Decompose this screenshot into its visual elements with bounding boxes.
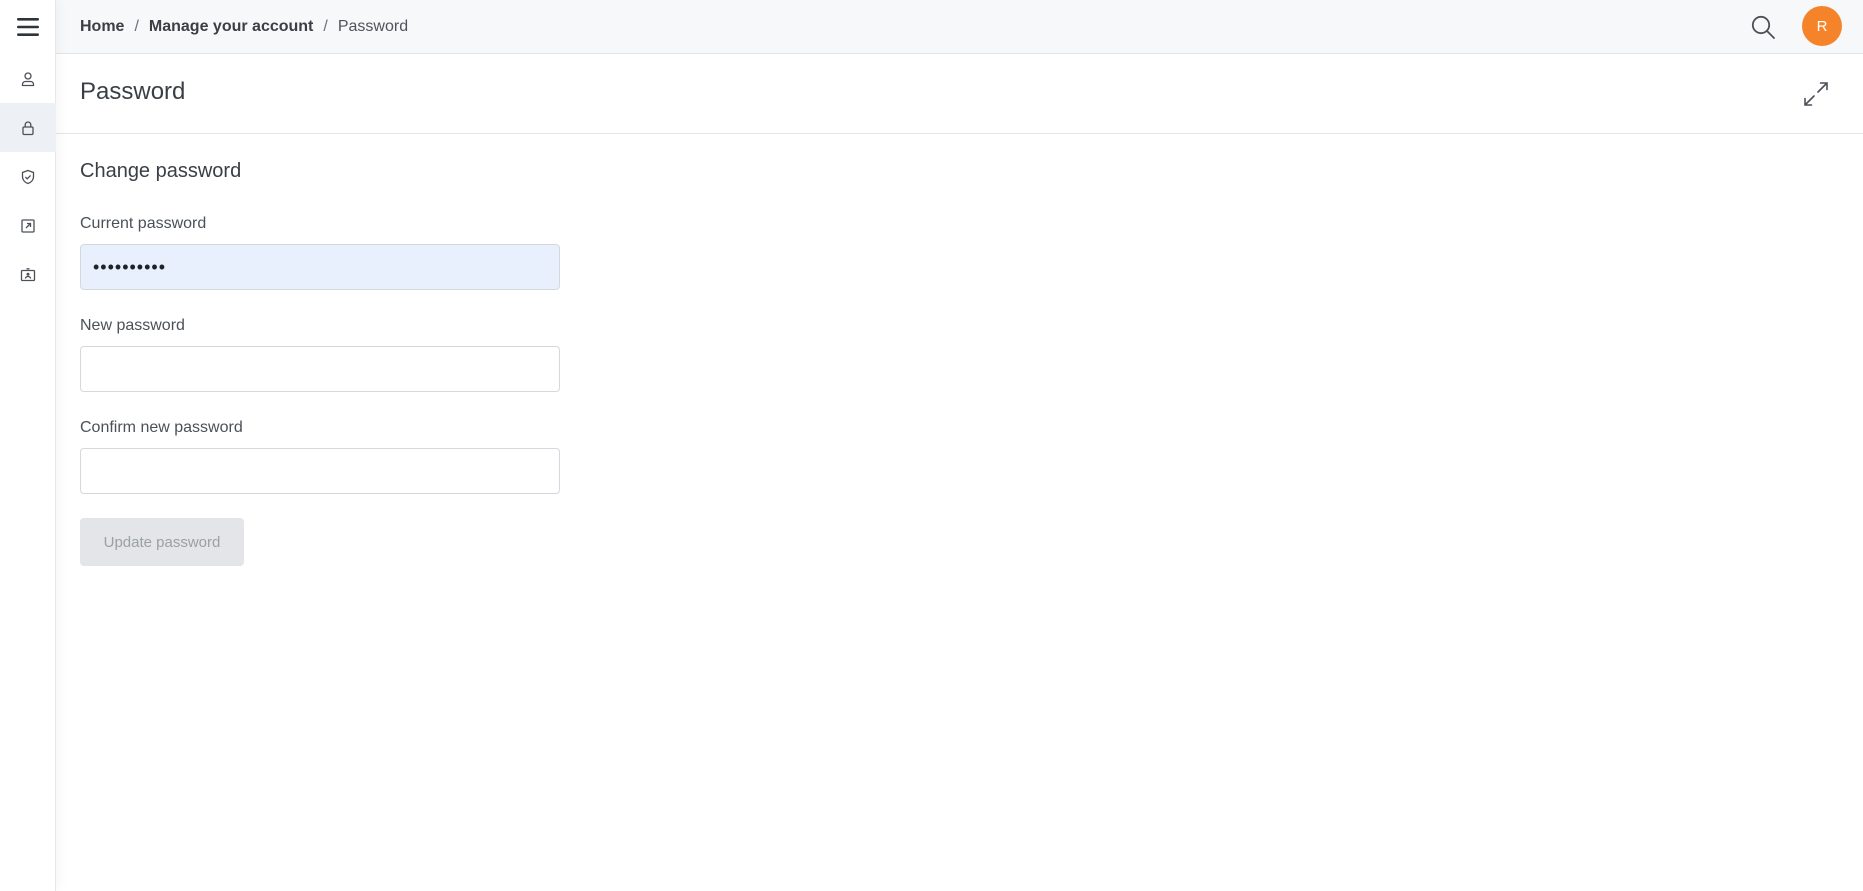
sidebar-item-personal-info[interactable] <box>0 54 56 103</box>
sidebar-item-personal-data[interactable] <box>0 250 56 299</box>
user-icon <box>21 71 35 86</box>
new-password-label: New password <box>80 317 185 334</box>
breadcrumb-separator: / <box>323 17 328 35</box>
breadcrumb-separator: / <box>134 17 139 35</box>
id-card-icon <box>20 267 36 281</box>
expand-icon <box>1804 82 1828 106</box>
confirm-password-label: Confirm new password <box>80 419 243 436</box>
sidebar <box>0 0 56 891</box>
breadcrumb-home-link[interactable]: Home <box>80 18 124 36</box>
breadcrumb-current: Password <box>337 17 409 35</box>
confirm-password-field[interactable] <box>80 448 560 494</box>
page-header: Password <box>56 54 1863 134</box>
search-icon <box>1751 15 1775 39</box>
sidebar-item-applications[interactable] <box>0 201 56 250</box>
sidebar-item-password[interactable] <box>0 103 56 152</box>
update-password-button[interactable]: Update password <box>80 518 244 566</box>
sidebar-item-security[interactable] <box>0 152 56 201</box>
menu-toggle-button[interactable] <box>0 0 56 53</box>
external-link-icon <box>21 218 35 233</box>
breadcrumb-account-link[interactable]: Manage your account <box>149 18 313 36</box>
expand-button[interactable] <box>1798 76 1834 112</box>
app-root: Home / Manage your account / Password R … <box>0 0 1863 891</box>
avatar-initial: R <box>1816 17 1828 35</box>
page-title: Password <box>80 78 186 105</box>
shield-check-icon <box>21 169 35 184</box>
search-button[interactable] <box>1746 10 1780 44</box>
lock-icon <box>22 120 34 135</box>
new-password-field[interactable] <box>80 346 560 392</box>
current-password-label: Current password <box>80 215 207 232</box>
breadcrumb: Home / Manage your account / Password <box>80 0 408 53</box>
hamburger-menu-icon <box>17 17 39 36</box>
current-password-field[interactable] <box>80 244 560 290</box>
avatar[interactable]: R <box>1802 6 1842 46</box>
top-bar: Home / Manage your account / Password R <box>56 0 1863 54</box>
section-title: Change password <box>80 160 242 182</box>
